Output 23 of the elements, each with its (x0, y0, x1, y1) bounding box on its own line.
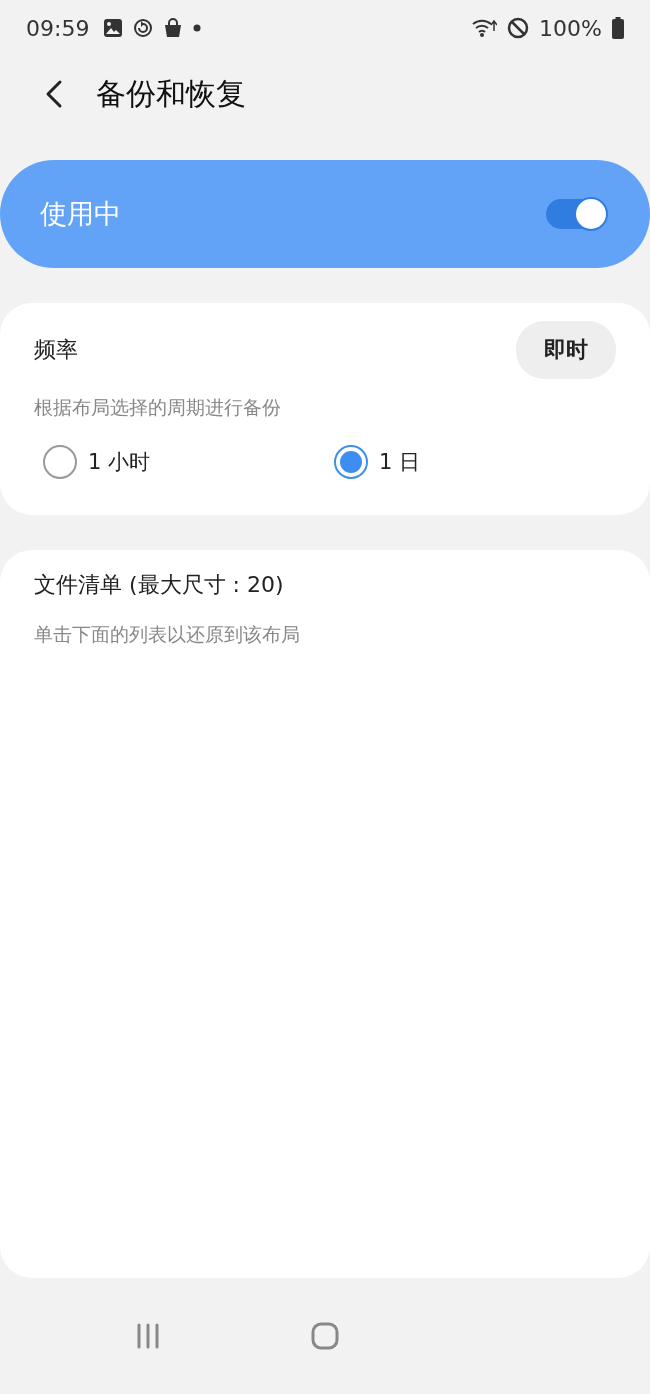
status-time: 09:59 (26, 15, 90, 41)
frequency-title: 频率 (34, 336, 78, 364)
toggle-switch[interactable] (546, 199, 606, 229)
battery-percent: 100% (539, 15, 602, 41)
radio-button[interactable] (43, 445, 77, 479)
switch-label: 使用中 (40, 197, 122, 231)
wifi-icon (471, 17, 498, 39)
backup-now-button[interactable]: 即时 (516, 321, 616, 379)
radio-option[interactable]: 1 日 (334, 445, 421, 479)
recent-apps-icon (135, 1323, 161, 1349)
battery-icon (612, 17, 624, 39)
do-not-disturb-icon (507, 17, 530, 39)
radio-button[interactable] (334, 445, 368, 479)
shopping-bag-icon (163, 18, 184, 38)
sync-icon (133, 18, 154, 38)
frequency-description: 根据布局选择的周期进行备份 (34, 395, 282, 420)
dot-icon (193, 24, 202, 32)
home-icon (311, 1322, 339, 1350)
file-list-description: 单击下面的列表以还原到该布局 (34, 622, 301, 647)
page-title: 备份和恢复 (96, 74, 246, 113)
file-list-title: 文件清单 (最大尺寸 : 20) (34, 571, 285, 599)
radio-option[interactable]: 1 小时 (43, 445, 151, 479)
gallery-icon (103, 18, 124, 38)
